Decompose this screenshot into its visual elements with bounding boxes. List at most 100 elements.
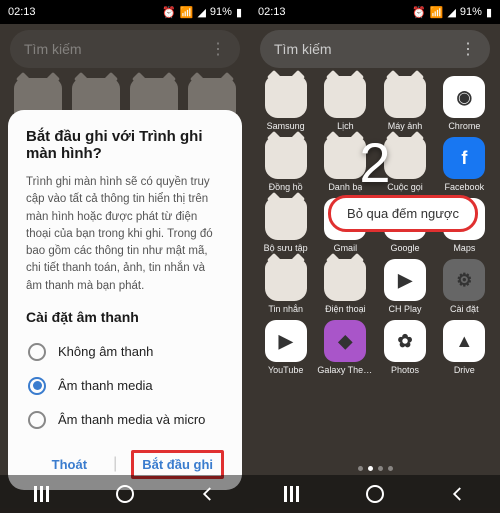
app-danh-bạ[interactable]: Danh bạ bbox=[317, 137, 373, 192]
search-placeholder: Tìm kiếm bbox=[24, 41, 82, 57]
app-label: Tin nhắn bbox=[268, 304, 303, 314]
status-bar: 02:13 ⏰ 📶 ◢ 91% ▮ bbox=[250, 0, 500, 24]
app-label: Cài đặt bbox=[450, 304, 479, 314]
dialog-body: Trình ghi màn hình sẽ có quyền truy cập … bbox=[26, 174, 224, 295]
alarm-icon: ⏰ bbox=[162, 6, 176, 19]
app-tin-nhắn[interactable]: Tin nhắn bbox=[258, 259, 313, 314]
nav-back-button[interactable] bbox=[197, 483, 219, 505]
app-chrome[interactable]: ◉ Chrome bbox=[437, 76, 492, 131]
app-samsung[interactable]: Samsung bbox=[258, 76, 313, 131]
battery-icon: ▮ bbox=[236, 6, 242, 19]
app-icon bbox=[324, 137, 366, 179]
skip-countdown-button[interactable]: Bỏ qua đếm ngược bbox=[328, 195, 478, 232]
app-label: CH Play bbox=[388, 304, 421, 314]
radio-icon bbox=[28, 377, 46, 395]
nav-bar bbox=[250, 475, 500, 513]
app-label: Google bbox=[390, 243, 419, 253]
battery-icon: ▮ bbox=[486, 6, 492, 19]
app-icon bbox=[265, 259, 307, 301]
battery-pct: 91% bbox=[460, 6, 482, 18]
app-label: Gmail bbox=[334, 243, 358, 253]
nav-home-button[interactable] bbox=[364, 483, 386, 505]
nav-home-button[interactable] bbox=[114, 483, 136, 505]
app-label: Đồng hồ bbox=[269, 182, 303, 192]
status-time: 02:13 bbox=[8, 6, 36, 18]
app-icon: ◆ bbox=[324, 320, 366, 362]
app-label: Samsung bbox=[267, 121, 305, 131]
phone-left: 02:13 ⏰ 📶 ◢ 91% ▮ Tìm kiếm ⋮ Samsung Lịc… bbox=[0, 0, 250, 513]
app-label: Danh bạ bbox=[328, 182, 362, 192]
radio-icon bbox=[28, 411, 46, 429]
app-label: YouTube bbox=[268, 365, 303, 375]
action-separator: | bbox=[113, 455, 117, 473]
app-label: Bộ sưu tập bbox=[264, 243, 308, 253]
status-indicators: ⏰ 📶 ◢ 91% ▮ bbox=[162, 6, 242, 19]
app-label: Máy ảnh bbox=[388, 121, 423, 131]
radio-option-media-mic[interactable]: Âm thanh media và micro bbox=[26, 403, 224, 437]
nav-bar bbox=[0, 475, 250, 513]
app-icon bbox=[324, 76, 366, 118]
app-galaxy-themes[interactable]: ◆ Galaxy Themes bbox=[317, 320, 373, 375]
alarm-icon: ⏰ bbox=[412, 6, 426, 19]
radio-label: Âm thanh media bbox=[58, 378, 153, 393]
app-icon bbox=[384, 137, 426, 179]
app-label: Điện thoại bbox=[325, 304, 366, 314]
app-label: Facebook bbox=[445, 182, 485, 192]
app-icon bbox=[265, 137, 307, 179]
radio-option-media[interactable]: Âm thanh media bbox=[26, 369, 224, 403]
app-label: Drive bbox=[454, 365, 475, 375]
radio-label: Âm thanh media và micro bbox=[58, 412, 205, 427]
app-icon bbox=[324, 259, 366, 301]
app-icon: ▶ bbox=[384, 259, 426, 301]
more-icon[interactable]: ⋮ bbox=[460, 39, 476, 59]
app-icon: f bbox=[443, 137, 485, 179]
dialog-section-heading: Cài đặt âm thanh bbox=[26, 309, 224, 325]
dialog-title: Bắt đầu ghi với Trình ghi màn hình? bbox=[26, 128, 224, 162]
status-indicators: ⏰ 📶 ◢ 91% ▮ bbox=[412, 6, 492, 19]
app-icon bbox=[384, 76, 426, 118]
battery-pct: 91% bbox=[210, 6, 232, 18]
wifi-icon: 📶 bbox=[430, 6, 444, 19]
nav-recent-button[interactable] bbox=[31, 483, 53, 505]
app-label: Cuộc gọi bbox=[387, 182, 423, 192]
app-ch-play[interactable]: ▶ CH Play bbox=[377, 259, 432, 314]
more-icon[interactable]: ⋮ bbox=[210, 39, 226, 59]
app-cài-đặt[interactable]: ⚙ Cài đặt bbox=[437, 259, 492, 314]
status-bar: 02:13 ⏰ 📶 ◢ 91% ▮ bbox=[0, 0, 250, 24]
app-cuộc-gọi[interactable]: Cuộc gọi bbox=[377, 137, 432, 192]
permission-dialog: Bắt đầu ghi với Trình ghi màn hình? Trìn… bbox=[8, 110, 242, 490]
signal-icon: ◢ bbox=[447, 6, 455, 19]
phone-right: 02:13 ⏰ 📶 ◢ 91% ▮ Tìm kiếm ⋮ Samsung Lịch… bbox=[250, 0, 500, 513]
app-lịch[interactable]: Lịch bbox=[317, 76, 373, 131]
nav-back-button[interactable] bbox=[447, 483, 469, 505]
app-label: Chrome bbox=[448, 121, 480, 131]
app-facebook[interactable]: f Facebook bbox=[437, 137, 492, 192]
app-máy-ảnh[interactable]: Máy ảnh bbox=[377, 76, 432, 131]
page-indicator bbox=[250, 466, 500, 471]
app-icon: ▶ bbox=[265, 320, 307, 362]
search-bar[interactable]: Tìm kiếm ⋮ bbox=[260, 30, 490, 68]
app-label: Galaxy Themes bbox=[317, 365, 373, 375]
app-icon: ⚙ bbox=[443, 259, 485, 301]
app-label: Maps bbox=[453, 243, 475, 253]
radio-option-no-sound[interactable]: Không âm thanh bbox=[26, 335, 224, 369]
app-bộ-sưu-tập[interactable]: Bộ sưu tập bbox=[258, 198, 313, 253]
radio-icon bbox=[28, 343, 46, 361]
app-icon: ✿ bbox=[384, 320, 426, 362]
app-điện-thoại[interactable]: Điện thoại bbox=[317, 259, 373, 314]
app-đồng-hồ[interactable]: Đồng hồ bbox=[258, 137, 313, 192]
app-icon: ▲ bbox=[443, 320, 485, 362]
signal-icon: ◢ bbox=[197, 6, 205, 19]
wifi-icon: 📶 bbox=[180, 6, 194, 19]
app-icon bbox=[265, 76, 307, 118]
app-photos[interactable]: ✿ Photos bbox=[377, 320, 432, 375]
search-bar[interactable]: Tìm kiếm ⋮ bbox=[10, 30, 240, 68]
radio-label: Không âm thanh bbox=[58, 344, 153, 359]
nav-recent-button[interactable] bbox=[281, 483, 303, 505]
app-youtube[interactable]: ▶ YouTube bbox=[258, 320, 313, 375]
app-label: Photos bbox=[391, 365, 419, 375]
search-placeholder: Tìm kiếm bbox=[274, 41, 332, 57]
app-drive[interactable]: ▲ Drive bbox=[437, 320, 492, 375]
app-icon: ◉ bbox=[443, 76, 485, 118]
app-icon bbox=[265, 198, 307, 240]
